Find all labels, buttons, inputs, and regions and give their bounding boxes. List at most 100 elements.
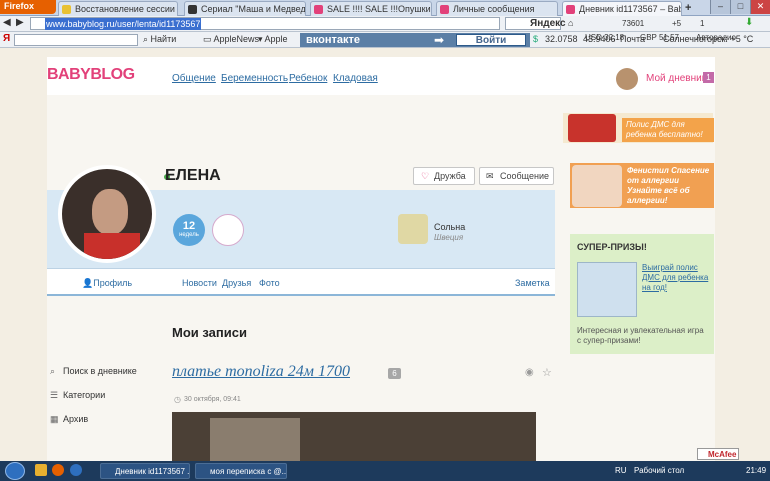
close-button[interactable]: ✕ bbox=[750, 0, 770, 14]
my-diary-badge: 1 bbox=[703, 72, 714, 83]
sidebar-archive[interactable]: ▦ Архив bbox=[50, 414, 88, 425]
home-icon[interactable]: ⌂ bbox=[568, 18, 573, 28]
mcafee-tray[interactable]: McAfee bbox=[697, 448, 739, 460]
prize-description: Интересная и увлекательная игра с супер-… bbox=[577, 326, 704, 345]
desktop-toolbar[interactable]: Рабочий стол bbox=[634, 466, 684, 475]
stock-a: 32.0758 bbox=[545, 34, 578, 44]
age-number: 12 bbox=[182, 220, 196, 232]
bookmark-apple[interactable]: ▾ Apple bbox=[258, 34, 288, 45]
country: Швеция bbox=[434, 233, 464, 242]
gift-image bbox=[568, 114, 616, 142]
city: Сольна bbox=[434, 222, 466, 232]
bookmark-label: Apple bbox=[264, 34, 288, 44]
yandex-search-input[interactable] bbox=[14, 34, 138, 46]
window-controls: – □ ✕ bbox=[710, 0, 770, 14]
clock[interactable]: 21:49 bbox=[746, 466, 766, 475]
sidebar-search[interactable]: ⌕ Поиск в дневнике bbox=[50, 366, 137, 377]
note-link[interactable]: Заметка bbox=[515, 278, 550, 288]
search-icon: ⌕ bbox=[143, 34, 151, 44]
taskbar-item-chat[interactable]: моя переписка с @... bbox=[195, 463, 287, 479]
taskbar-label: Дневник id1173567 ... bbox=[115, 467, 190, 476]
yandex-icon: Я bbox=[3, 33, 11, 44]
notifications-count: +5 bbox=[672, 19, 682, 28]
calendar-icon: ▦ bbox=[50, 414, 59, 424]
explorer-icon[interactable] bbox=[35, 464, 47, 476]
dollar-icon: $ bbox=[533, 34, 539, 44]
vk-login-button[interactable]: Войти bbox=[456, 34, 526, 46]
records-title: Мои записи bbox=[172, 325, 247, 340]
mcafee-label: McAfee bbox=[708, 450, 737, 459]
post-date: 30 октября, 09:41 bbox=[184, 396, 241, 403]
dress-shape bbox=[84, 233, 140, 259]
heart-icon: ♡ bbox=[421, 171, 430, 181]
gbp-rate: GBP 51,57 bbox=[640, 33, 679, 42]
new-tab-button[interactable]: + bbox=[685, 2, 691, 14]
find-label: Найти bbox=[150, 34, 177, 44]
list-icon: ☰ bbox=[50, 390, 59, 400]
profile-link[interactable]: 👤Профиль bbox=[82, 278, 132, 289]
nav-rebenok[interactable]: Ребенок bbox=[289, 73, 327, 84]
minimize-button[interactable]: – bbox=[710, 0, 730, 14]
firefox-menu-button[interactable]: Firefox bbox=[0, 0, 56, 14]
profile-avatar[interactable] bbox=[58, 165, 156, 263]
firefox-icon[interactable] bbox=[52, 464, 64, 476]
clock-icon: ◷ bbox=[174, 395, 181, 404]
maximize-button[interactable]: □ bbox=[730, 0, 750, 14]
url-text[interactable]: www.babyblog.ru/user/lenta/id1173567 bbox=[45, 18, 202, 30]
user-avatar-small[interactable] bbox=[616, 68, 638, 90]
my-diary-link[interactable]: Мой дневник bbox=[646, 73, 706, 84]
profile-name: ЕЛЕНА bbox=[165, 167, 221, 184]
eye-icon[interactable]: ◉ bbox=[525, 367, 534, 378]
site-header bbox=[47, 57, 715, 95]
search-icon: ⌕ bbox=[50, 366, 56, 376]
face-shape bbox=[92, 189, 128, 235]
site-logo[interactable]: BABYBLOG bbox=[47, 66, 135, 84]
fenistil-text[interactable]: Фенистил Спасение от аллергии Узнайте вс… bbox=[627, 166, 713, 206]
tab-session-restore[interactable]: Восстановление сессии bbox=[58, 1, 178, 16]
envelope-icon: ✉ bbox=[486, 171, 494, 181]
prize-title: СУПЕР-ПРИЗЫ! bbox=[577, 242, 647, 252]
bookmark-applenews[interactable]: ▭ AppleNews bbox=[203, 34, 259, 45]
tab-diary[interactable]: Дневник id1173567 – BabyBl... bbox=[562, 1, 682, 16]
age-badge: 12 недель bbox=[173, 214, 205, 246]
prize-link[interactable]: Выиграй полис ДМС для ребенка на год! bbox=[642, 263, 712, 293]
nav-obshchenie[interactable]: Общение bbox=[172, 73, 216, 84]
arrow-right-icon: ➡ bbox=[434, 33, 445, 47]
tab-masha[interactable]: Сериал "Маша и Медведь" ... bbox=[184, 1, 306, 16]
subnav-friends[interactable]: Друзья bbox=[222, 278, 251, 288]
sidebar-categories[interactable]: ☰ Категории bbox=[50, 390, 105, 401]
post-title[interactable]: платье monoliza 24м 1700 bbox=[172, 363, 350, 381]
nav-kladovaya[interactable]: Кладовая bbox=[333, 73, 378, 84]
friend-button[interactable]: ♡ Дружба bbox=[413, 167, 475, 185]
subnav-news[interactable]: Новости bbox=[182, 278, 217, 288]
search-engine-box[interactable]: Яндекс bbox=[505, 17, 566, 30]
ie-icon[interactable] bbox=[70, 464, 82, 476]
download-icon[interactable]: ⬇ bbox=[745, 17, 753, 28]
start-button[interactable] bbox=[5, 462, 25, 480]
autoradio[interactable]: Авторадио bbox=[696, 33, 736, 42]
usd-rate: USD 32,18 bbox=[585, 33, 625, 42]
tab-sale[interactable]: SALE !!!! SALE !!!Опушки из п... bbox=[310, 1, 432, 16]
age-unit: недель bbox=[179, 232, 199, 238]
find-button[interactable]: ⌕ Найти bbox=[143, 34, 176, 45]
babyblog-icon bbox=[440, 5, 449, 14]
back-icon[interactable]: ◀ bbox=[3, 17, 11, 28]
language-indicator[interactable]: RU bbox=[615, 466, 627, 475]
friend-button-label: Дружба bbox=[434, 171, 466, 181]
taskbar-label: моя переписка с @... bbox=[210, 467, 287, 476]
forward-icon[interactable]: ▶ bbox=[16, 17, 24, 28]
site-icon bbox=[188, 5, 197, 14]
profile-link-label: Профиль bbox=[93, 278, 133, 288]
address-bar[interactable]: www.babyblog.ru/user/lenta/id1173567 bbox=[30, 17, 500, 30]
subnav-photos[interactable]: Фото bbox=[259, 278, 280, 288]
babyblog-icon bbox=[314, 5, 323, 14]
nav-beremennost[interactable]: Беременность bbox=[221, 73, 288, 84]
message-button[interactable]: ✉ Сообщение bbox=[479, 167, 554, 185]
star-icon[interactable]: ☆ bbox=[542, 366, 552, 379]
message-button-label: Сообщение bbox=[500, 171, 549, 181]
tab-messages[interactable]: Личные сообщения bbox=[436, 1, 558, 16]
taskbar-item-diary[interactable]: Дневник id1173567 ... bbox=[100, 463, 190, 479]
sidebar-label: Категории bbox=[63, 390, 106, 400]
babyblog-icon bbox=[566, 5, 575, 14]
gifts-banner-text[interactable]: Полис ДМС для ребенка бесплатно! bbox=[622, 118, 714, 142]
